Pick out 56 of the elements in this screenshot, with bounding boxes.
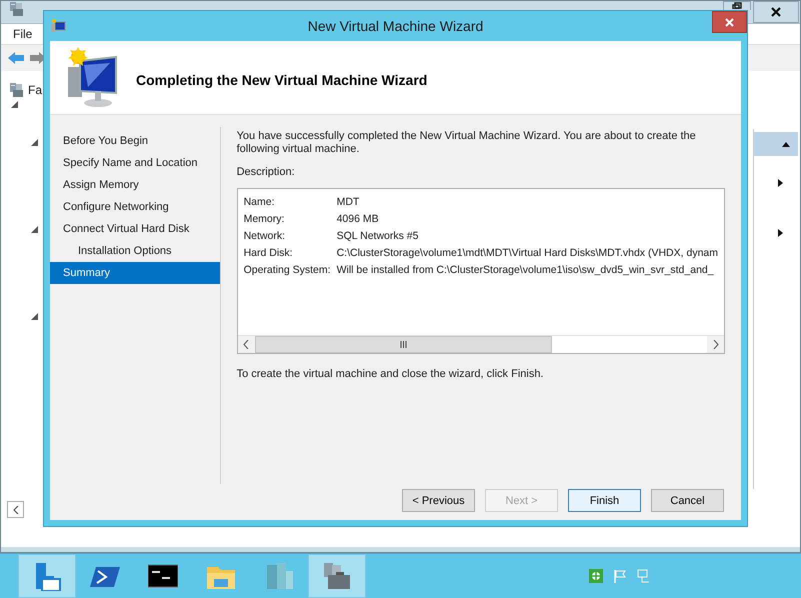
caret-icon bbox=[778, 229, 783, 237]
tree-item[interactable]: Fa bbox=[28, 83, 42, 97]
scroll-thumb[interactable] bbox=[254, 336, 552, 353]
close-icon bbox=[771, 7, 781, 17]
caret-icon bbox=[243, 340, 250, 349]
detail-value: 4096 MB bbox=[336, 212, 379, 224]
close-icon bbox=[725, 18, 734, 26]
wizard-step[interactable]: Specify Name and Location bbox=[50, 152, 220, 174]
wizard-step[interactable]: Before You Begin bbox=[50, 130, 220, 152]
wizard-step[interactable]: Assign Memory bbox=[50, 174, 220, 196]
scroll-left-button[interactable] bbox=[7, 501, 24, 518]
wizard-button[interactable]: < Previous bbox=[402, 489, 475, 512]
close-button[interactable] bbox=[753, 1, 799, 23]
description-label: Description: bbox=[236, 166, 296, 178]
toolbox-icon bbox=[322, 561, 352, 591]
menu-item[interactable]: File bbox=[9, 27, 36, 41]
caret-icon bbox=[12, 506, 18, 514]
restore-button[interactable] bbox=[723, 1, 751, 10]
caret-icon bbox=[778, 179, 783, 187]
horizontal-scrollbar[interactable] bbox=[238, 335, 724, 353]
detail-value: C:\ClusterStorage\volume1\mdt\MDT\Virtual Hard Disks\MDT.vhdx (VHDX, dynam bbox=[336, 246, 718, 258]
detail-value: SQL Networks #5 bbox=[336, 230, 418, 242]
restore-icon bbox=[732, 2, 742, 9]
close-button[interactable] bbox=[712, 11, 747, 33]
detail-value: MDT bbox=[336, 196, 360, 208]
expander-icon bbox=[11, 101, 18, 108]
flag-icon[interactable] bbox=[613, 569, 627, 583]
detail-label: Network: bbox=[244, 230, 286, 242]
wizard-button[interactable]: Finish bbox=[568, 489, 641, 512]
wizard-step[interactable]: Installation Options bbox=[50, 240, 220, 262]
window-title: New Virtual Machine Wizard bbox=[308, 18, 484, 34]
detail-value: Will be installed from C:\ClusterStorage\volume1\iso\sw_dvd5_win_svr_std_and_ bbox=[336, 264, 714, 276]
wizard-button[interactable]: Cancel bbox=[651, 489, 724, 512]
detail-label: Memory: bbox=[244, 212, 286, 224]
expander-icon bbox=[31, 313, 38, 320]
detail-label: Hard Disk: bbox=[244, 246, 294, 258]
wizard-step[interactable]: Configure Networking bbox=[50, 196, 220, 218]
network-icon[interactable] bbox=[637, 569, 651, 583]
detail-label: Operating System: bbox=[244, 264, 332, 276]
expander-icon bbox=[31, 226, 38, 233]
cluster-icon bbox=[9, 82, 25, 98]
instruction-text: To create the virtual machine and close the wizard, click Finish. bbox=[236, 368, 544, 380]
wizard-step[interactable]: Connect Virtual Hard Disk bbox=[50, 218, 220, 240]
caret-icon bbox=[782, 142, 790, 146]
detail-label: Name: bbox=[244, 196, 276, 208]
grip-icon bbox=[400, 341, 407, 348]
computer-icon bbox=[50, 19, 66, 33]
expander-icon bbox=[31, 139, 38, 146]
intro-text: You have successfully completed the New Virtual Machine Wizard. You are about to create the following virtual machine. bbox=[236, 130, 697, 156]
back-arrow-icon bbox=[7, 51, 25, 65]
caret-icon bbox=[712, 340, 718, 349]
shield-icon[interactable] bbox=[589, 569, 603, 583]
buildings-icon bbox=[264, 561, 294, 591]
wizard-heading: Completing the New Virtual Machine Wizard bbox=[136, 72, 428, 88]
wizard-step[interactable]: Summary bbox=[50, 262, 220, 284]
actions-header[interactable] bbox=[754, 132, 798, 156]
